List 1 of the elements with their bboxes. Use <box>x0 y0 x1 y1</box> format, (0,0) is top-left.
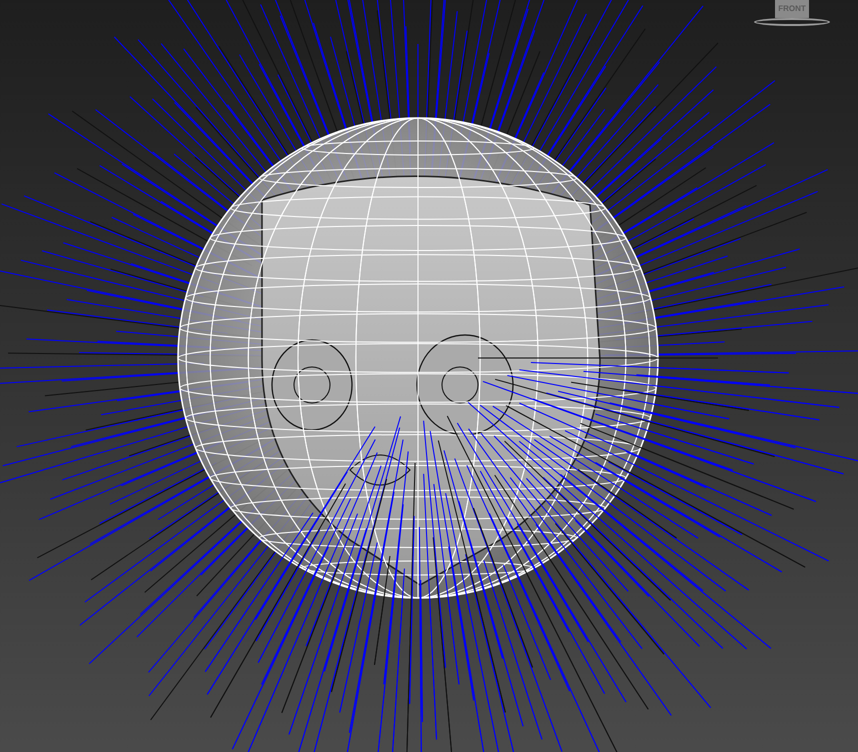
view-cube-ring[interactable] <box>754 18 830 26</box>
